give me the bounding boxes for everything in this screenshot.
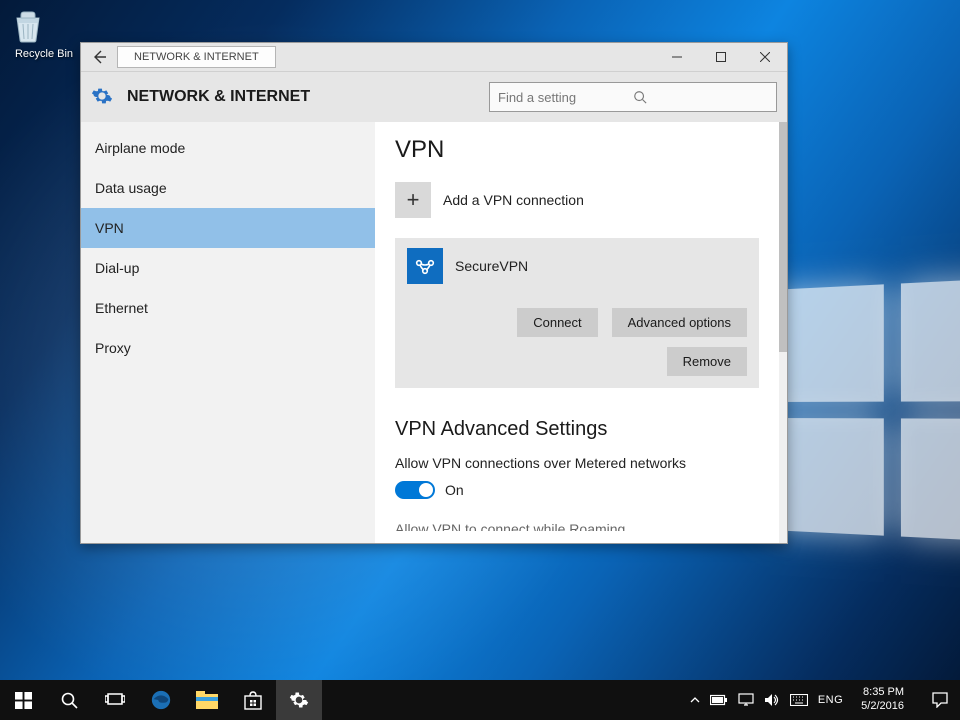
window-tab-title: NETWORK & INTERNET (117, 46, 276, 68)
search-input[interactable]: Find a setting (489, 82, 777, 112)
tray-clock[interactable]: 8:35 PM 5/2/2016 (853, 686, 912, 714)
recycle-bin-icon (8, 6, 80, 46)
remove-button[interactable]: Remove (667, 347, 747, 376)
sidebar-item-airplane-mode[interactable]: Airplane mode (81, 128, 375, 168)
page-title: NETWORK & INTERNET (127, 88, 477, 106)
taskbar-store[interactable] (230, 680, 276, 720)
taskbar-settings[interactable] (276, 680, 322, 720)
tray-action-center[interactable] (922, 692, 958, 708)
scrollbar-thumb[interactable] (779, 122, 787, 352)
sidebar-item-data-usage[interactable]: Data usage (81, 168, 375, 208)
section-heading-advanced: VPN Advanced Settings (395, 418, 759, 441)
tray-volume-icon[interactable] (764, 693, 780, 707)
tray-time: 8:35 PM (861, 686, 904, 700)
connect-button[interactable]: Connect (517, 308, 597, 337)
add-vpn-label: Add a VPN connection (443, 192, 584, 208)
tray-chevron-up-icon[interactable] (690, 695, 700, 705)
titlebar: NETWORK & INTERNET (81, 43, 787, 72)
sidebar-item-ethernet[interactable]: Ethernet (81, 288, 375, 328)
task-view-button[interactable] (92, 680, 138, 720)
metered-toggle-state: On (445, 482, 464, 498)
system-tray: ENG 8:35 PM 5/2/2016 (682, 680, 960, 720)
recycle-bin[interactable]: Recycle Bin (8, 6, 80, 60)
metered-label: Allow VPN connections over Metered netwo… (395, 455, 759, 471)
vpn-name: SecureVPN (455, 258, 528, 274)
sidebar-item-vpn[interactable]: VPN (81, 208, 375, 248)
tray-keyboard-icon[interactable] (790, 694, 808, 706)
vpn-icon (407, 248, 443, 284)
add-vpn-connection[interactable]: + Add a VPN connection (395, 182, 759, 218)
taskbar: ENG 8:35 PM 5/2/2016 (0, 680, 960, 720)
roaming-label-partial: Allow VPN to connect while Roaming (395, 521, 759, 531)
sidebar-item-dial-up[interactable]: Dial-up (81, 248, 375, 288)
metered-toggle[interactable] (395, 481, 435, 499)
taskbar-edge[interactable] (138, 680, 184, 720)
section-heading-vpn: VPN (395, 136, 759, 164)
recycle-bin-label: Recycle Bin (15, 48, 73, 60)
back-button[interactable] (81, 43, 117, 71)
sidebar-item-proxy[interactable]: Proxy (81, 328, 375, 368)
wallpaper-windows-logo (770, 277, 960, 543)
maximize-button[interactable] (699, 43, 743, 71)
main-content: VPN + Add a VPN connection (375, 122, 779, 543)
taskbar-file-explorer[interactable] (184, 680, 230, 720)
search-icon (633, 90, 768, 104)
scrollbar[interactable] (779, 122, 787, 543)
plus-icon: + (395, 182, 431, 218)
settings-window: NETWORK & INTERNET NETWORK & INTERNET Fi… (80, 42, 788, 544)
desktop-wallpaper: Recycle Bin NETWORK & INTERNET (0, 0, 960, 680)
sidebar: Airplane mode Data usage VPN Dial-up Eth… (81, 122, 375, 543)
tray-language[interactable]: ENG (818, 694, 843, 706)
vpn-entry[interactable]: SecureVPN Connect Advanced options Remov… (395, 238, 759, 388)
minimize-button[interactable] (655, 43, 699, 71)
search-button[interactable] (46, 680, 92, 720)
tray-network-icon[interactable] (738, 693, 754, 707)
tray-date: 5/2/2016 (861, 700, 904, 714)
advanced-options-button[interactable]: Advanced options (612, 308, 747, 337)
close-button[interactable] (743, 43, 787, 71)
tray-battery-icon[interactable] (710, 694, 728, 706)
search-placeholder: Find a setting (498, 90, 633, 105)
subheader: NETWORK & INTERNET Find a setting (81, 72, 787, 122)
start-button[interactable] (0, 680, 46, 720)
gear-icon (91, 85, 115, 109)
